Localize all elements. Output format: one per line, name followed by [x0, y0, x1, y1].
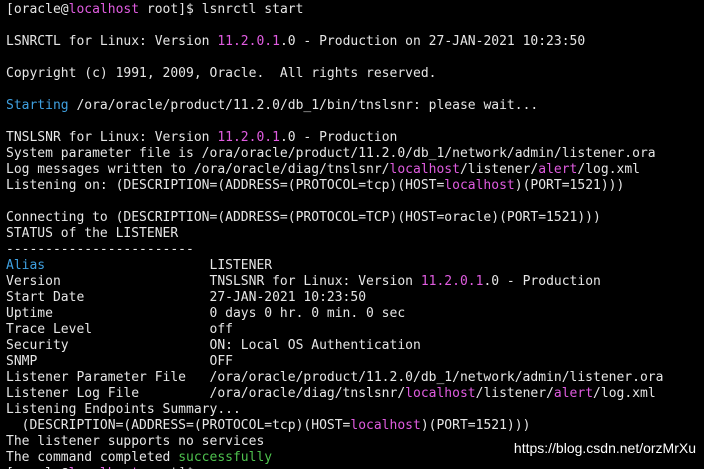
terminal-line: [oracle@localhost root]$ lsnrctl start	[6, 2, 704, 18]
terminal-text: Listener Parameter File /ora/oracle/prod…	[6, 370, 664, 385]
terminal-text: )(PORT=1521)))	[514, 178, 625, 193]
terminal-text: SNMP OFF	[6, 354, 233, 369]
terminal-text: alert	[538, 162, 578, 177]
terminal-line: LSNRCTL for Linux: Version 11.2.0.1.0 - …	[6, 34, 704, 50]
terminal-line: Uptime 0 days 0 hr. 0 min. 0 sec	[6, 306, 704, 322]
terminal-text: STATUS of the LISTENER	[6, 226, 179, 241]
terminal-text: root]$ lsnrctl start	[139, 2, 304, 17]
terminal-line: Listener Parameter File /ora/oracle/prod…	[6, 370, 704, 386]
terminal-text: /listener/	[459, 162, 539, 177]
terminal-text: alert	[553, 386, 594, 401]
terminal-text: /listener/	[475, 386, 554, 401]
terminal-text: .0 - Production	[483, 274, 601, 289]
terminal-text: localhost	[444, 178, 515, 193]
terminal-text: Copyright (c) 1991, 2009, Oracle. All ri…	[6, 66, 437, 81]
terminal-text: (DESCRIPTION=(ADDRESS=(PROTOCOL=tcp)(HOS…	[6, 418, 351, 433]
terminal-text: 11.2.0.1	[217, 130, 280, 145]
terminal-text: localhost	[389, 162, 460, 177]
terminal-text: Security ON: Local OS Authentication	[6, 338, 421, 353]
terminal-line: ------------------------	[6, 242, 704, 258]
terminal-line: System parameter file is /ora/oracle/pro…	[6, 146, 704, 162]
terminal-text: Listener Log File /ora/oracle/diag/tnsls…	[6, 386, 406, 401]
terminal-text: localhost	[405, 386, 476, 401]
terminal-text: The command completed	[6, 450, 179, 465]
terminal-line: Copyright (c) 1991, 2009, Oracle. All ri…	[6, 66, 704, 82]
terminal-text: /log.xml	[577, 162, 641, 177]
terminal-line: STATUS of the LISTENER	[6, 226, 704, 242]
terminal-text: Start Date 27-JAN-2021 10:23:50	[6, 290, 367, 305]
terminal-text: Alias	[6, 258, 46, 273]
terminal-text: Connecting to (DESCRIPTION=(ADDRESS=(PRO…	[6, 210, 601, 225]
terminal-text: Uptime 0 days 0 hr. 0 min. 0 sec	[6, 306, 406, 321]
terminal-line: Connecting to (DESCRIPTION=(ADDRESS=(PRO…	[6, 210, 704, 226]
terminal-text: Log messages written to /ora/oracle/diag…	[6, 162, 390, 177]
terminal-text: /log.xml	[593, 386, 656, 401]
terminal-text: .0 - Production on 27-JAN-2021 10:23:50	[279, 34, 586, 49]
terminal-line: TNSLSNR for Linux: Version 11.2.0.1.0 - …	[6, 130, 704, 146]
terminal-text: LSNRCTL for Linux: Version	[6, 34, 218, 49]
terminal-text: Listening Endpoints Summary...	[6, 402, 241, 417]
terminal-line: Start Date 27-JAN-2021 10:23:50	[6, 290, 704, 306]
terminal-text: Listening on: (DESCRIPTION=(ADDRESS=(PRO…	[6, 178, 445, 193]
terminal-text: )(PORT=1521)))	[420, 418, 531, 433]
terminal-text: ------------------------	[6, 242, 194, 257]
terminal-line: Listening on: (DESCRIPTION=(ADDRESS=(PRO…	[6, 178, 704, 194]
terminal-text: The listener supports no services	[6, 434, 265, 449]
terminal-text: .0 - Production	[279, 130, 398, 145]
watermark-text: https://blog.csdn.net/orzMrXu	[513, 440, 696, 456]
terminal-text: LISTENER	[45, 258, 273, 273]
terminal-text: Trace Level off	[6, 322, 233, 337]
terminal-line: Alias LISTENER	[6, 258, 704, 274]
terminal-output[interactable]: [oracle@localhost root]$ lsnrctl start LS…	[0, 0, 704, 469]
terminal-text: Starting	[6, 98, 69, 113]
terminal-text: 11.2.0.1	[420, 274, 484, 289]
terminal-line: Trace Level off	[6, 322, 704, 338]
terminal-line: Security ON: Local OS Authentication	[6, 338, 704, 354]
terminal-text: [oracle@	[6, 2, 69, 17]
terminal-line: Listening Endpoints Summary...	[6, 402, 704, 418]
terminal-line: Listener Log File /ora/oracle/diag/tnsls…	[6, 386, 704, 402]
terminal-text: localhost	[350, 418, 421, 433]
terminal-text: TNSLSNR for Linux: Version	[6, 130, 218, 145]
terminal-line: SNMP OFF	[6, 354, 704, 370]
terminal-line: Log messages written to /ora/oracle/diag…	[6, 162, 704, 178]
terminal-text: System parameter file is /ora/oracle/pro…	[6, 146, 656, 161]
terminal-text: 11.2.0.1	[217, 34, 280, 49]
terminal-line: (DESCRIPTION=(ADDRESS=(PROTOCOL=tcp)(HOS…	[6, 418, 704, 434]
terminal-line: Version TNSLSNR for Linux: Version 11.2.…	[6, 274, 704, 290]
terminal-text: Version TNSLSNR for Linux: Version	[6, 274, 421, 289]
terminal-text: localhost	[68, 2, 140, 17]
terminal-text: successfully	[178, 450, 273, 465]
terminal-text: /ora/oracle/product/11.2.0/db_1/bin/tnsl…	[68, 98, 539, 113]
terminal-line: Starting /ora/oracle/product/11.2.0/db_1…	[6, 98, 704, 114]
